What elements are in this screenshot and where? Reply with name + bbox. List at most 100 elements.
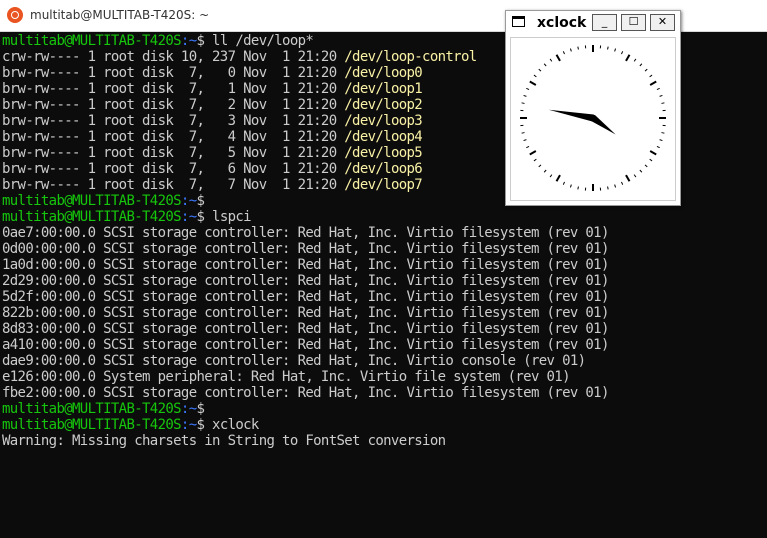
minute-tick [659, 94, 663, 97]
minute-tick [549, 58, 553, 62]
prompt-user-host: multitab@MULTITAB-T420S [2, 209, 182, 225]
command-text: $ lspci [196, 209, 251, 225]
prompt-user-host: multitab@MULTITAB-T420S [2, 401, 182, 417]
minute-tick [543, 169, 547, 173]
prompt-line: multitab@MULTITAB-T420S:~$ lspci [2, 209, 762, 225]
minute-tick [538, 164, 542, 168]
command-text: $ [196, 193, 205, 209]
prompt-path: :~ [180, 193, 197, 209]
ubuntu-logo-icon [7, 7, 23, 23]
device-path: /dev/loop0 [344, 65, 423, 81]
minute-tick [526, 146, 530, 149]
minute-tick [639, 169, 643, 173]
minute-tick [533, 74, 537, 78]
output-text: brw-rw---- 1 root disk 7, 2 Nov 1 21:20 [2, 97, 345, 113]
output-text: 822b:00:00.0 SCSI storage controller: Re… [2, 305, 609, 321]
minimize-button[interactable]: _ [592, 14, 617, 31]
output-text: 2d29:00:00.0 SCSI storage controller: Re… [2, 273, 609, 289]
output-text: 0ae7:00:00.0 SCSI storage controller: Re… [2, 225, 609, 241]
minute-hand [588, 114, 616, 135]
device-path: /dev/loop-control [344, 49, 477, 65]
output-line: 0ae7:00:00.0 SCSI storage controller: Re… [2, 225, 762, 241]
minute-tick [633, 174, 637, 178]
minute-tick [639, 63, 643, 67]
hour-tick [649, 150, 657, 156]
prompt-path: :~ [180, 417, 197, 433]
minute-tick [633, 58, 637, 62]
output-text: 8d83:00:00.0 SCSI storage controller: Re… [2, 321, 609, 337]
output-text: fbe2:00:00.0 SCSI storage controller: Re… [2, 385, 609, 401]
output-line: a410:00:00.0 SCSI storage controller: Re… [2, 337, 762, 353]
minute-tick [562, 181, 565, 185]
output-line: 2d29:00:00.0 SCSI storage controller: Re… [2, 273, 762, 289]
minute-tick [526, 87, 530, 90]
prompt-user-host: multitab@MULTITAB-T420S [2, 33, 182, 49]
device-path: /dev/loop3 [344, 113, 423, 129]
hour-tick [529, 80, 537, 86]
minute-tick [614, 48, 617, 52]
xclock-window[interactable]: xclock _ ☐ ✕ [505, 10, 681, 206]
prompt-line: multitab@MULTITAB-T420S:~$ [2, 401, 762, 417]
output-line: dae9:00:00.0 SCSI storage controller: Re… [2, 353, 762, 369]
output-text: brw-rw---- 1 root disk 7, 3 Nov 1 21:20 [2, 113, 345, 129]
output-text: 1a0d:00:00.0 SCSI storage controller: Re… [2, 257, 609, 273]
hour-tick [625, 174, 631, 182]
output-text: 0d00:00:00.0 SCSI storage controller: Re… [2, 241, 609, 257]
minute-tick [543, 63, 547, 67]
minute-tick [661, 102, 665, 104]
close-button[interactable]: ✕ [650, 14, 675, 31]
minute-tick [621, 51, 624, 55]
output-line: 822b:00:00.0 SCSI storage controller: Re… [2, 305, 762, 321]
output-text: crw-rw---- 1 root disk 10, 237 Nov 1 21:… [2, 49, 345, 65]
output-line: Warning: Missing charsets in String to F… [2, 433, 762, 449]
minute-tick [649, 74, 653, 78]
output-text: 5d2f:00:00.0 SCSI storage controller: Re… [2, 289, 609, 305]
minute-tick [644, 68, 648, 72]
hour-tick [625, 54, 631, 62]
minute-tick [614, 184, 617, 188]
prompt-path: :~ [180, 33, 197, 49]
minute-tick [523, 139, 527, 142]
output-line: fbe2:00:00.0 SCSI storage controller: Re… [2, 385, 762, 401]
output-text: brw-rw---- 1 root disk 7, 6 Nov 1 21:20 [2, 161, 345, 177]
output-line: 0d00:00:00.0 SCSI storage controller: Re… [2, 241, 762, 257]
output-line: 1a0d:00:00.0 SCSI storage controller: Re… [2, 257, 762, 273]
output-line: 8d83:00:00.0 SCSI storage controller: Re… [2, 321, 762, 337]
xclock-titlebar[interactable]: xclock _ ☐ ✕ [506, 11, 680, 35]
clock-face [510, 37, 676, 201]
minute-tick [577, 46, 579, 50]
minute-tick [661, 132, 665, 134]
minute-tick [659, 139, 663, 142]
device-path: /dev/loop7 [344, 177, 423, 193]
device-path: /dev/loop1 [344, 81, 423, 97]
minute-tick [533, 158, 537, 162]
minute-tick [523, 94, 527, 97]
device-path: /dev/loop4 [344, 129, 423, 145]
minute-tick [656, 87, 660, 90]
minute-tick [607, 46, 609, 50]
minute-tick [649, 158, 653, 162]
hour-tick [555, 174, 561, 182]
output-text: brw-rw---- 1 root disk 7, 0 Nov 1 21:20 [2, 65, 345, 81]
device-path: /dev/loop6 [344, 161, 423, 177]
output-line: e126:00:00.0 System peripheral: Red Hat,… [2, 369, 762, 385]
minute-tick [607, 186, 609, 190]
hour-tick [529, 150, 537, 156]
minute-tick [562, 51, 565, 55]
minute-tick [538, 68, 542, 72]
command-text: $ [196, 401, 205, 417]
minute-tick [656, 146, 660, 149]
command-text: $ ll /dev/loop* [196, 33, 314, 49]
window-icon [512, 16, 525, 27]
prompt-path: :~ [180, 209, 197, 225]
device-path: /dev/loop5 [344, 145, 423, 161]
minute-tick [644, 164, 648, 168]
prompt-line: multitab@MULTITAB-T420S:~$ xclock [2, 417, 762, 433]
xclock-title: xclock [537, 15, 587, 31]
prompt-user-host: multitab@MULTITAB-T420S [2, 193, 182, 209]
minute-tick [521, 132, 525, 134]
maximize-button[interactable]: ☐ [621, 14, 646, 31]
minute-tick [549, 174, 553, 178]
minute-tick [621, 181, 624, 185]
hour-tick [555, 54, 561, 62]
